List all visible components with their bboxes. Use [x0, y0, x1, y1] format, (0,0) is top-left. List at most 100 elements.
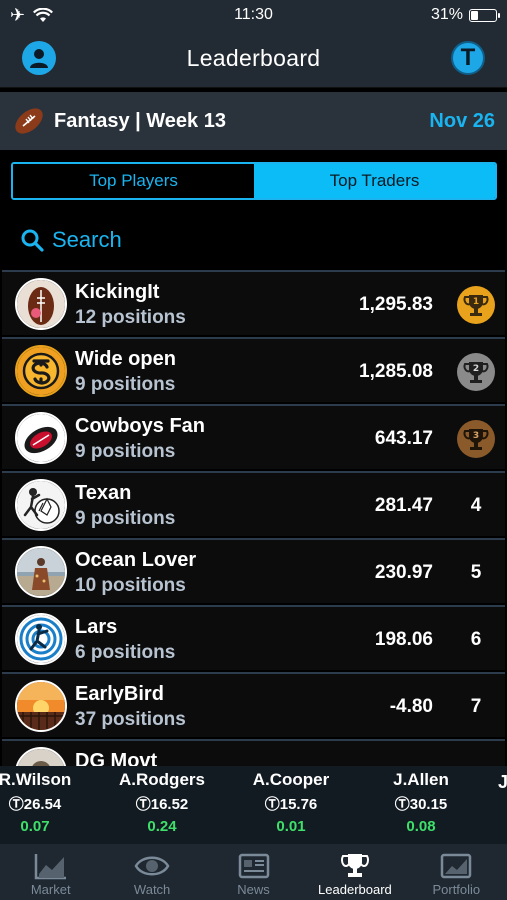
player-positions: 10 positions — [75, 575, 186, 596]
page-title: Leaderboard — [186, 45, 321, 71]
chart-icon — [34, 854, 66, 880]
leaderboard-row[interactable]: Wide open 9 positions 1,285.08 2 — [2, 337, 505, 402]
leaderboard-row[interactable]: EarlyBird 37 positions -4.80 7 — [2, 672, 505, 737]
token-symbol-icon: Ⓣ — [394, 796, 410, 813]
player-name: KickingIt — [75, 281, 160, 303]
airplane-mode-icon: ✈ — [10, 4, 26, 25]
search-button[interactable]: Search — [20, 224, 122, 256]
ticker-price: 30.15 — [409, 796, 448, 813]
profile-button[interactable] — [22, 41, 56, 75]
ticker-overflow-marker: J — [498, 772, 507, 792]
player-name: Texan — [75, 482, 132, 504]
nav-bar: Leaderboard T — [0, 30, 507, 88]
player-positions: 6 positions — [75, 642, 176, 663]
leaderboard-list[interactable]: KickingIt 12 positions 1,295.83 1 Wide o… — [2, 270, 505, 766]
gold-trophy-icon: 1 — [457, 286, 495, 324]
tab-label: News — [237, 882, 270, 897]
silver-trophy-icon: 2 — [457, 353, 495, 391]
tab-label: Market — [30, 882, 71, 897]
player-positions: 12 positions — [75, 307, 186, 328]
rank-badge-number: 2 — [473, 364, 479, 374]
player-positions: 9 positions — [75, 508, 176, 529]
leaderboard-segment-control: Top Players Top Traders — [11, 162, 497, 200]
token-button[interactable]: T — [451, 41, 485, 75]
ticker-price: 16.52 — [150, 796, 189, 813]
league-title: Fantasy | Week 13 — [54, 109, 226, 132]
ticker-item[interactable]: R.Wilson Ⓣ26.54 0.07 — [0, 770, 95, 835]
ticker-player-name: A.Rodgers — [119, 770, 205, 789]
search-icon — [21, 229, 44, 252]
battery-level — [471, 10, 479, 20]
player-name: Ocean Lover — [75, 549, 197, 571]
tab-news[interactable]: News — [203, 844, 304, 900]
player-name: EarlyBird — [75, 683, 164, 705]
newspaper-icon — [238, 853, 269, 879]
player-positions: 9 positions — [75, 441, 176, 462]
wifi-icon — [33, 7, 54, 22]
portfolio-icon — [441, 853, 472, 879]
search-label: Search — [52, 227, 122, 252]
tab-bar: Market Watch News Leaderboard Portfolio — [0, 844, 507, 900]
ticker-player-name: A.Cooper — [252, 770, 330, 789]
eye-icon — [134, 856, 170, 876]
player-score: 643.17 — [374, 428, 433, 449]
avatar — [15, 747, 67, 766]
token-symbol-icon: Ⓣ — [8, 796, 24, 813]
bronze-trophy-icon: 3 — [457, 420, 495, 458]
ticker-change: 0.08 — [406, 818, 436, 835]
tab-top-players[interactable]: Top Players — [13, 164, 254, 198]
tab-portfolio[interactable]: Portfolio — [406, 844, 507, 900]
rank-number: 6 — [470, 629, 482, 650]
leaderboard-row[interactable]: Texan 9 positions 281.47 4 — [2, 471, 505, 536]
tab-leaderboard[interactable]: Leaderboard — [304, 844, 405, 900]
player-name: Wide open — [75, 348, 176, 370]
player-name: Lars — [75, 616, 118, 638]
avatar — [15, 412, 67, 464]
rank-number: 4 — [470, 495, 482, 516]
user-icon — [30, 49, 48, 68]
status-bar: ✈ 11:30 31% — [0, 0, 507, 30]
player-positions: 9 positions — [75, 374, 176, 395]
ticker-item[interactable]: A.Cooper Ⓣ15.76 0.01 — [231, 770, 351, 835]
token-symbol-icon: Ⓣ — [135, 796, 151, 813]
ticker-player-name: R.Wilson — [0, 770, 72, 789]
avatar — [15, 345, 67, 397]
player-name: DG Movt — [75, 750, 158, 766]
battery-icon — [469, 8, 500, 22]
ticker-change: 0.07 — [20, 818, 50, 835]
football-icon — [15, 108, 43, 134]
avatar — [15, 278, 67, 330]
tab-label: Leaderboard — [318, 882, 392, 897]
rank-number: 7 — [470, 696, 482, 717]
leaderboard-row[interactable]: Lars 6 positions 198.06 6 — [2, 605, 505, 670]
ticker-price: 26.54 — [23, 796, 62, 813]
leaderboard-row[interactable]: Cowboys Fan 9 positions 643.17 3 — [2, 404, 505, 469]
leaderboard-row[interactable]: Ocean Lover 10 positions 230.97 5 — [2, 538, 505, 603]
player-name: Cowboys Fan — [75, 415, 206, 437]
league-date[interactable]: Nov 26 — [429, 110, 495, 133]
avatar — [15, 479, 67, 531]
battery-percent: 31% — [430, 6, 463, 23]
avatar — [15, 546, 67, 598]
ticker-change: 0.01 — [276, 818, 306, 835]
trophy-icon — [340, 854, 369, 877]
player-score: 1,295.83 — [359, 294, 433, 315]
ticker-player-name: J.Allen — [393, 770, 449, 789]
player-score: 1,285.08 — [359, 361, 433, 382]
leaderboard-row[interactable]: DG Movt — [2, 739, 505, 766]
price-ticker: R.Wilson Ⓣ26.54 0.07 A.Rodgers Ⓣ16.52 0.… — [0, 766, 507, 844]
tab-label: Portfolio — [432, 882, 481, 897]
league-header: Fantasy | Week 13 Nov 26 — [0, 92, 507, 150]
tab-label: Watch — [133, 882, 171, 897]
rank-badge-number: 3 — [473, 431, 479, 441]
avatar — [15, 680, 67, 732]
tab-watch[interactable]: Watch — [101, 844, 202, 900]
avatar — [15, 613, 67, 665]
ticker-item[interactable]: A.Rodgers Ⓣ16.52 0.24 — [102, 770, 222, 835]
ticker-price: 15.76 — [279, 796, 318, 813]
tab-market[interactable]: Market — [0, 844, 101, 900]
leaderboard-row[interactable]: KickingIt 12 positions 1,295.83 1 — [2, 270, 505, 335]
rank-badge-number: 1 — [473, 297, 479, 307]
ticker-item[interactable]: J.Allen Ⓣ30.15 0.08 — [361, 770, 481, 835]
tab-top-traders[interactable]: Top Traders — [254, 164, 495, 198]
